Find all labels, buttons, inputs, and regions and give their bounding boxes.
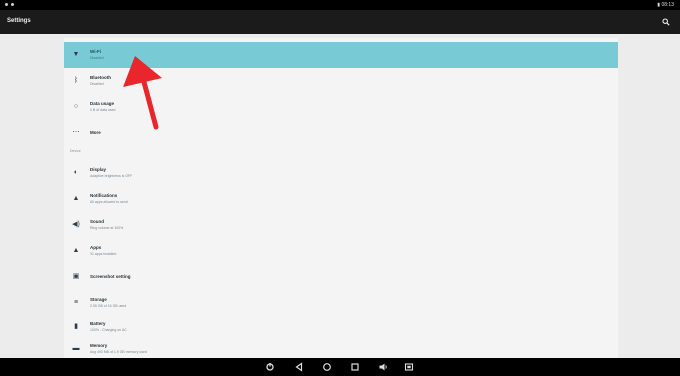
setting-data-usage[interactable]: ○ Data usage 0 B of data used xyxy=(64,94,618,120)
section-header-device: Device xyxy=(70,149,81,153)
apps-icon: ▲ xyxy=(72,247,80,254)
screenshot-icon: ▣ xyxy=(72,273,80,280)
setting-subtitle: 0 B of data used xyxy=(90,108,116,112)
setting-title: Storage xyxy=(90,297,107,302)
sound-icon: ◀) xyxy=(72,221,80,228)
memory-icon: ▬ xyxy=(72,345,80,352)
setting-subtitle: All apps allowed to send xyxy=(90,200,128,204)
signal-icon: ▮ xyxy=(657,2,660,8)
setting-title: Battery xyxy=(90,321,106,326)
setting-title: Memory xyxy=(90,343,108,348)
setting-subtitle: 2.95 GB of 16 GB used xyxy=(90,304,127,308)
setting-subtitle: Disabled xyxy=(90,56,104,60)
setting-screenshot[interactable]: ▣ Screenshot setting xyxy=(64,264,618,290)
display-icon: ◐ xyxy=(73,169,79,176)
setting-title: Sound xyxy=(90,219,104,224)
setting-title: Screenshot setting xyxy=(90,274,131,279)
setting-more[interactable]: ⋯ More xyxy=(64,120,618,146)
status-bar: ▮ 08:13 xyxy=(0,0,680,10)
settings-list: ▼ Wi-Fi Disabled ᛒ Bluetooth Disabled ○ … xyxy=(64,38,618,358)
setting-storage[interactable]: ≡ Storage 2.95 GB of 16 GB used xyxy=(64,290,618,316)
power-icon[interactable] xyxy=(265,362,275,372)
notification-dot-icon xyxy=(5,3,8,6)
recent-apps-icon[interactable] xyxy=(350,362,360,372)
more-icon: ⋯ xyxy=(72,129,80,136)
setting-subtitle: Disabled xyxy=(90,82,104,86)
setting-display[interactable]: ◐ Display Adaptive brightness is OFF xyxy=(64,160,618,186)
wifi-icon: ▼ xyxy=(72,51,80,58)
setting-title: Wi-Fi xyxy=(90,49,101,54)
app-bar: Settings xyxy=(0,10,680,34)
home-icon[interactable] xyxy=(322,362,332,372)
battery-icon: ▮ xyxy=(74,323,78,330)
settings-content: ▼ Wi-Fi Disabled ᛒ Bluetooth Disabled ○ … xyxy=(0,34,680,358)
setting-wifi[interactable]: ▼ Wi-Fi Disabled xyxy=(64,42,618,68)
setting-apps[interactable]: ▲ Apps 31 apps installed xyxy=(64,238,618,264)
notification-dot-icon xyxy=(11,3,14,6)
setting-subtitle: Adaptive brightness is OFF xyxy=(90,174,133,178)
status-time: 08:13 xyxy=(661,2,674,8)
notifications-icon: ▲ xyxy=(72,195,80,202)
search-icon[interactable] xyxy=(662,18,670,26)
setting-title: Display xyxy=(90,167,107,172)
setting-title: Notifications xyxy=(90,193,118,198)
setting-bluetooth[interactable]: ᛒ Bluetooth Disabled xyxy=(64,68,618,94)
page-title: Settings xyxy=(7,18,31,24)
setting-subtitle: 100% - Charging on AC xyxy=(90,328,127,332)
setting-subtitle: Avg 493 MB of 1.9 GB memory used xyxy=(90,350,147,354)
setting-subtitle: 31 apps installed xyxy=(90,252,117,256)
setting-title: Bluetooth xyxy=(90,75,111,80)
setting-subtitle: Ring volume at 100% xyxy=(90,226,124,230)
setting-title: More xyxy=(90,130,101,135)
storage-icon: ≡ xyxy=(73,299,79,306)
setting-sound[interactable]: ◀) Sound Ring volume at 100% xyxy=(64,212,618,238)
back-icon[interactable] xyxy=(294,362,304,372)
screenshot-button-icon[interactable] xyxy=(404,362,414,372)
setting-title: Data usage xyxy=(90,101,115,106)
setting-title: Apps xyxy=(90,245,102,250)
bluetooth-icon: ᛒ xyxy=(73,77,79,84)
navigation-bar xyxy=(0,358,680,376)
setting-notifications[interactable]: ▲ Notifications All apps allowed to send xyxy=(64,186,618,212)
data-usage-icon: ○ xyxy=(73,103,79,110)
volume-icon[interactable] xyxy=(378,362,388,372)
